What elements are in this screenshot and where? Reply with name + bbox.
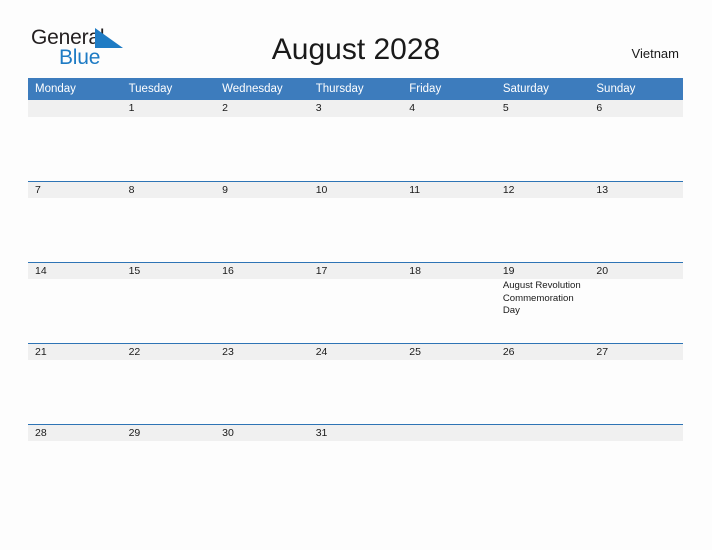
calendar-day-cell[interactable]: 17	[308, 262, 403, 343]
calendar-day-cell[interactable]: 14	[28, 262, 122, 343]
weekday-header-sunday: Sunday	[589, 78, 683, 100]
calendar-week-row: 28 29 30 31	[28, 424, 683, 505]
calendar-day-cell[interactable]: 19 August Revolution Commemoration Day	[495, 262, 590, 343]
day-number: 20	[589, 262, 683, 279]
day-number: 30	[215, 424, 309, 441]
day-number	[589, 424, 683, 441]
calendar-day-cell[interactable]: 6	[589, 100, 683, 181]
day-number: 7	[28, 181, 122, 198]
day-number: 26	[495, 343, 590, 360]
weekday-header-friday: Friday	[402, 78, 496, 100]
calendar-day-cell[interactable]: 24	[308, 343, 403, 424]
day-number: 23	[215, 343, 309, 360]
calendar-week-row: 123456	[28, 100, 683, 181]
day-number: 1	[121, 100, 216, 117]
calendar-day-cell[interactable]: 22	[121, 343, 216, 424]
calendar-day-cell[interactable]: 2	[215, 100, 309, 181]
calendar-grid: Monday Tuesday Wednesday Thursday Friday…	[28, 78, 683, 505]
calendar-body: 1 2 3 4 5 6 7 8 9 10 11 12 13 14 15 16 17 18 19 August Revo…	[28, 100, 683, 505]
day-number: 15	[121, 262, 216, 279]
day-number: 21	[28, 343, 122, 360]
day-number: 8	[121, 181, 216, 198]
day-number: 14	[28, 262, 122, 279]
calendar-day-cell[interactable]: 18	[402, 262, 496, 343]
calendar-day-cell[interactable]: 8	[121, 181, 216, 262]
calendar-day-cell[interactable]: 25	[402, 343, 496, 424]
day-number: 31	[308, 424, 403, 441]
weekday-header-tuesday: Tuesday	[121, 78, 216, 100]
calendar-header-row: Monday Tuesday Wednesday Thursday Friday…	[28, 78, 683, 100]
day-number: 19	[495, 262, 590, 279]
calendar-day-cell[interactable]: 5	[495, 100, 590, 181]
day-number: 4	[402, 100, 496, 117]
calendar-week-row: 7 8 9 10 11 12 13	[28, 181, 683, 262]
day-number: 27	[589, 343, 683, 360]
day-number: 22	[121, 343, 216, 360]
event-label: August Revolution Commemoration Day	[502, 280, 581, 317]
calendar-day-cell[interactable]: 26	[495, 343, 590, 424]
day-number: 3	[308, 100, 403, 117]
calendar-day-cell[interactable]: 10	[308, 181, 403, 262]
calendar-day-cell[interactable]: 12	[495, 181, 590, 262]
day-number	[402, 424, 496, 441]
calendar-day-cell[interactable]: 28	[28, 424, 122, 505]
day-number	[495, 424, 590, 441]
day-number: 17	[308, 262, 403, 279]
day-number: 5	[495, 100, 590, 117]
day-number	[28, 100, 122, 117]
calendar-day-cell[interactable]: 11	[402, 181, 496, 262]
day-events: August Revolution Commemoration Day	[496, 279, 590, 318]
calendar-day-cell[interactable]: 4	[402, 100, 496, 181]
calendar-day-cell[interactable]: 29	[121, 424, 216, 505]
weekday-header-row: Monday Tuesday Wednesday Thursday Friday…	[28, 78, 683, 100]
day-number: 24	[308, 343, 403, 360]
calendar-day-cell[interactable]: 1	[121, 100, 216, 181]
calendar-empty-cell	[495, 424, 590, 505]
weekday-header-wednesday: Wednesday	[215, 78, 309, 100]
calendar-day-cell[interactable]: 3	[308, 100, 403, 181]
calendar-day-cell[interactable]: 20	[589, 262, 683, 343]
day-number: 13	[589, 181, 683, 198]
calendar-day-cell[interactable]: 31	[308, 424, 403, 505]
day-number: 12	[495, 181, 590, 198]
page-header: General Blue August 2028 Vietnam	[0, 0, 712, 68]
calendar-day-cell[interactable]: 7	[28, 181, 122, 262]
page-title: August 2028	[271, 33, 441, 66]
calendar-day-cell[interactable]: 13	[589, 181, 683, 262]
day-number: 11	[402, 181, 496, 198]
weekday-header-thursday: Thursday	[308, 78, 403, 100]
country-label: Vietnam	[631, 46, 679, 61]
calendar-week-row: 21 22 23 24 25 26 27	[28, 343, 683, 424]
calendar-day-cell[interactable]: 30	[215, 424, 309, 505]
day-number: 6	[589, 100, 683, 117]
day-number: 2	[215, 100, 309, 117]
weekday-header-saturday: Saturday	[495, 78, 590, 100]
day-number: 28	[28, 424, 122, 441]
calendar-day-cell[interactable]: 23	[215, 343, 309, 424]
calendar-week-row: 14 15 16 17 18 19 August Revolution Commemorat…	[28, 262, 683, 343]
day-number: 25	[402, 343, 496, 360]
calendar-day-cell[interactable]: 9	[215, 181, 309, 262]
day-number: 10	[308, 181, 403, 198]
day-number: 16	[215, 262, 309, 279]
calendar-empty-cell	[589, 424, 683, 505]
calendar-day-cell[interactable]: 16	[215, 262, 309, 343]
weekday-header-monday: Monday	[28, 78, 122, 100]
calendar-day-cell[interactable]: 21	[28, 343, 122, 424]
day-number: 18	[402, 262, 496, 279]
day-number: 29	[121, 424, 216, 441]
calendar-day-cell[interactable]: 15	[121, 262, 216, 343]
calendar-empty-cell	[402, 424, 496, 505]
calendar-empty-cell	[28, 100, 122, 181]
day-number: 9	[215, 181, 309, 198]
calendar-day-cell[interactable]: 27	[589, 343, 683, 424]
